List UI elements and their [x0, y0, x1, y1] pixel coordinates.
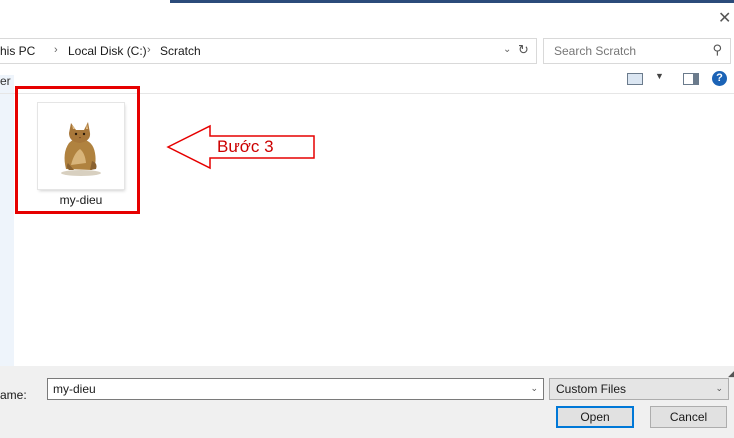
file-name-field-label: ame:: [0, 388, 27, 402]
navigation-pane-edge: [0, 75, 14, 375]
step-label: Bước 3: [217, 137, 274, 156]
close-icon[interactable]: ✕: [718, 8, 731, 28]
address-history-chevron-icon[interactable]: ⌄: [503, 44, 511, 55]
file-name-value: my-dieu: [53, 382, 96, 396]
address-bar[interactable]: his PC › Local Disk (C:) › Scratch ⌄ ↻: [0, 38, 537, 64]
file-type-value: Custom Files: [556, 382, 627, 396]
search-icon[interactable]: ⚲: [712, 42, 722, 58]
view-options-chevron-icon[interactable]: ▼: [655, 71, 664, 81]
breadcrumb-separator-icon: ›: [54, 44, 58, 56]
help-icon[interactable]: ?: [712, 71, 727, 86]
preview-pane-icon[interactable]: [683, 73, 699, 85]
chevron-down-icon[interactable]: ⌄: [715, 383, 723, 394]
file-name-input[interactable]: my-dieu ⌄: [47, 378, 544, 400]
breadcrumb-this-pc[interactable]: his PC: [0, 44, 35, 58]
change-view-icon[interactable]: [627, 73, 643, 85]
breadcrumb-scratch[interactable]: Scratch: [160, 44, 201, 58]
cancel-button[interactable]: Cancel: [650, 406, 727, 428]
file-type-select[interactable]: Custom Files ⌄: [549, 378, 729, 400]
breadcrumb-separator-icon: ›: [147, 44, 151, 56]
search-box[interactable]: Search Scratch ⚲: [543, 38, 731, 64]
chevron-down-icon[interactable]: ⌄: [530, 383, 538, 394]
refresh-icon[interactable]: ↻: [518, 42, 529, 58]
new-folder-button[interactable]: er: [0, 74, 11, 88]
step-highlight-box: [15, 86, 140, 214]
breadcrumb-local-disk[interactable]: Local Disk (C:): [68, 44, 147, 58]
search-placeholder: Search Scratch: [554, 44, 637, 58]
open-button[interactable]: Open: [556, 406, 634, 428]
window-top-border: [170, 0, 734, 3]
